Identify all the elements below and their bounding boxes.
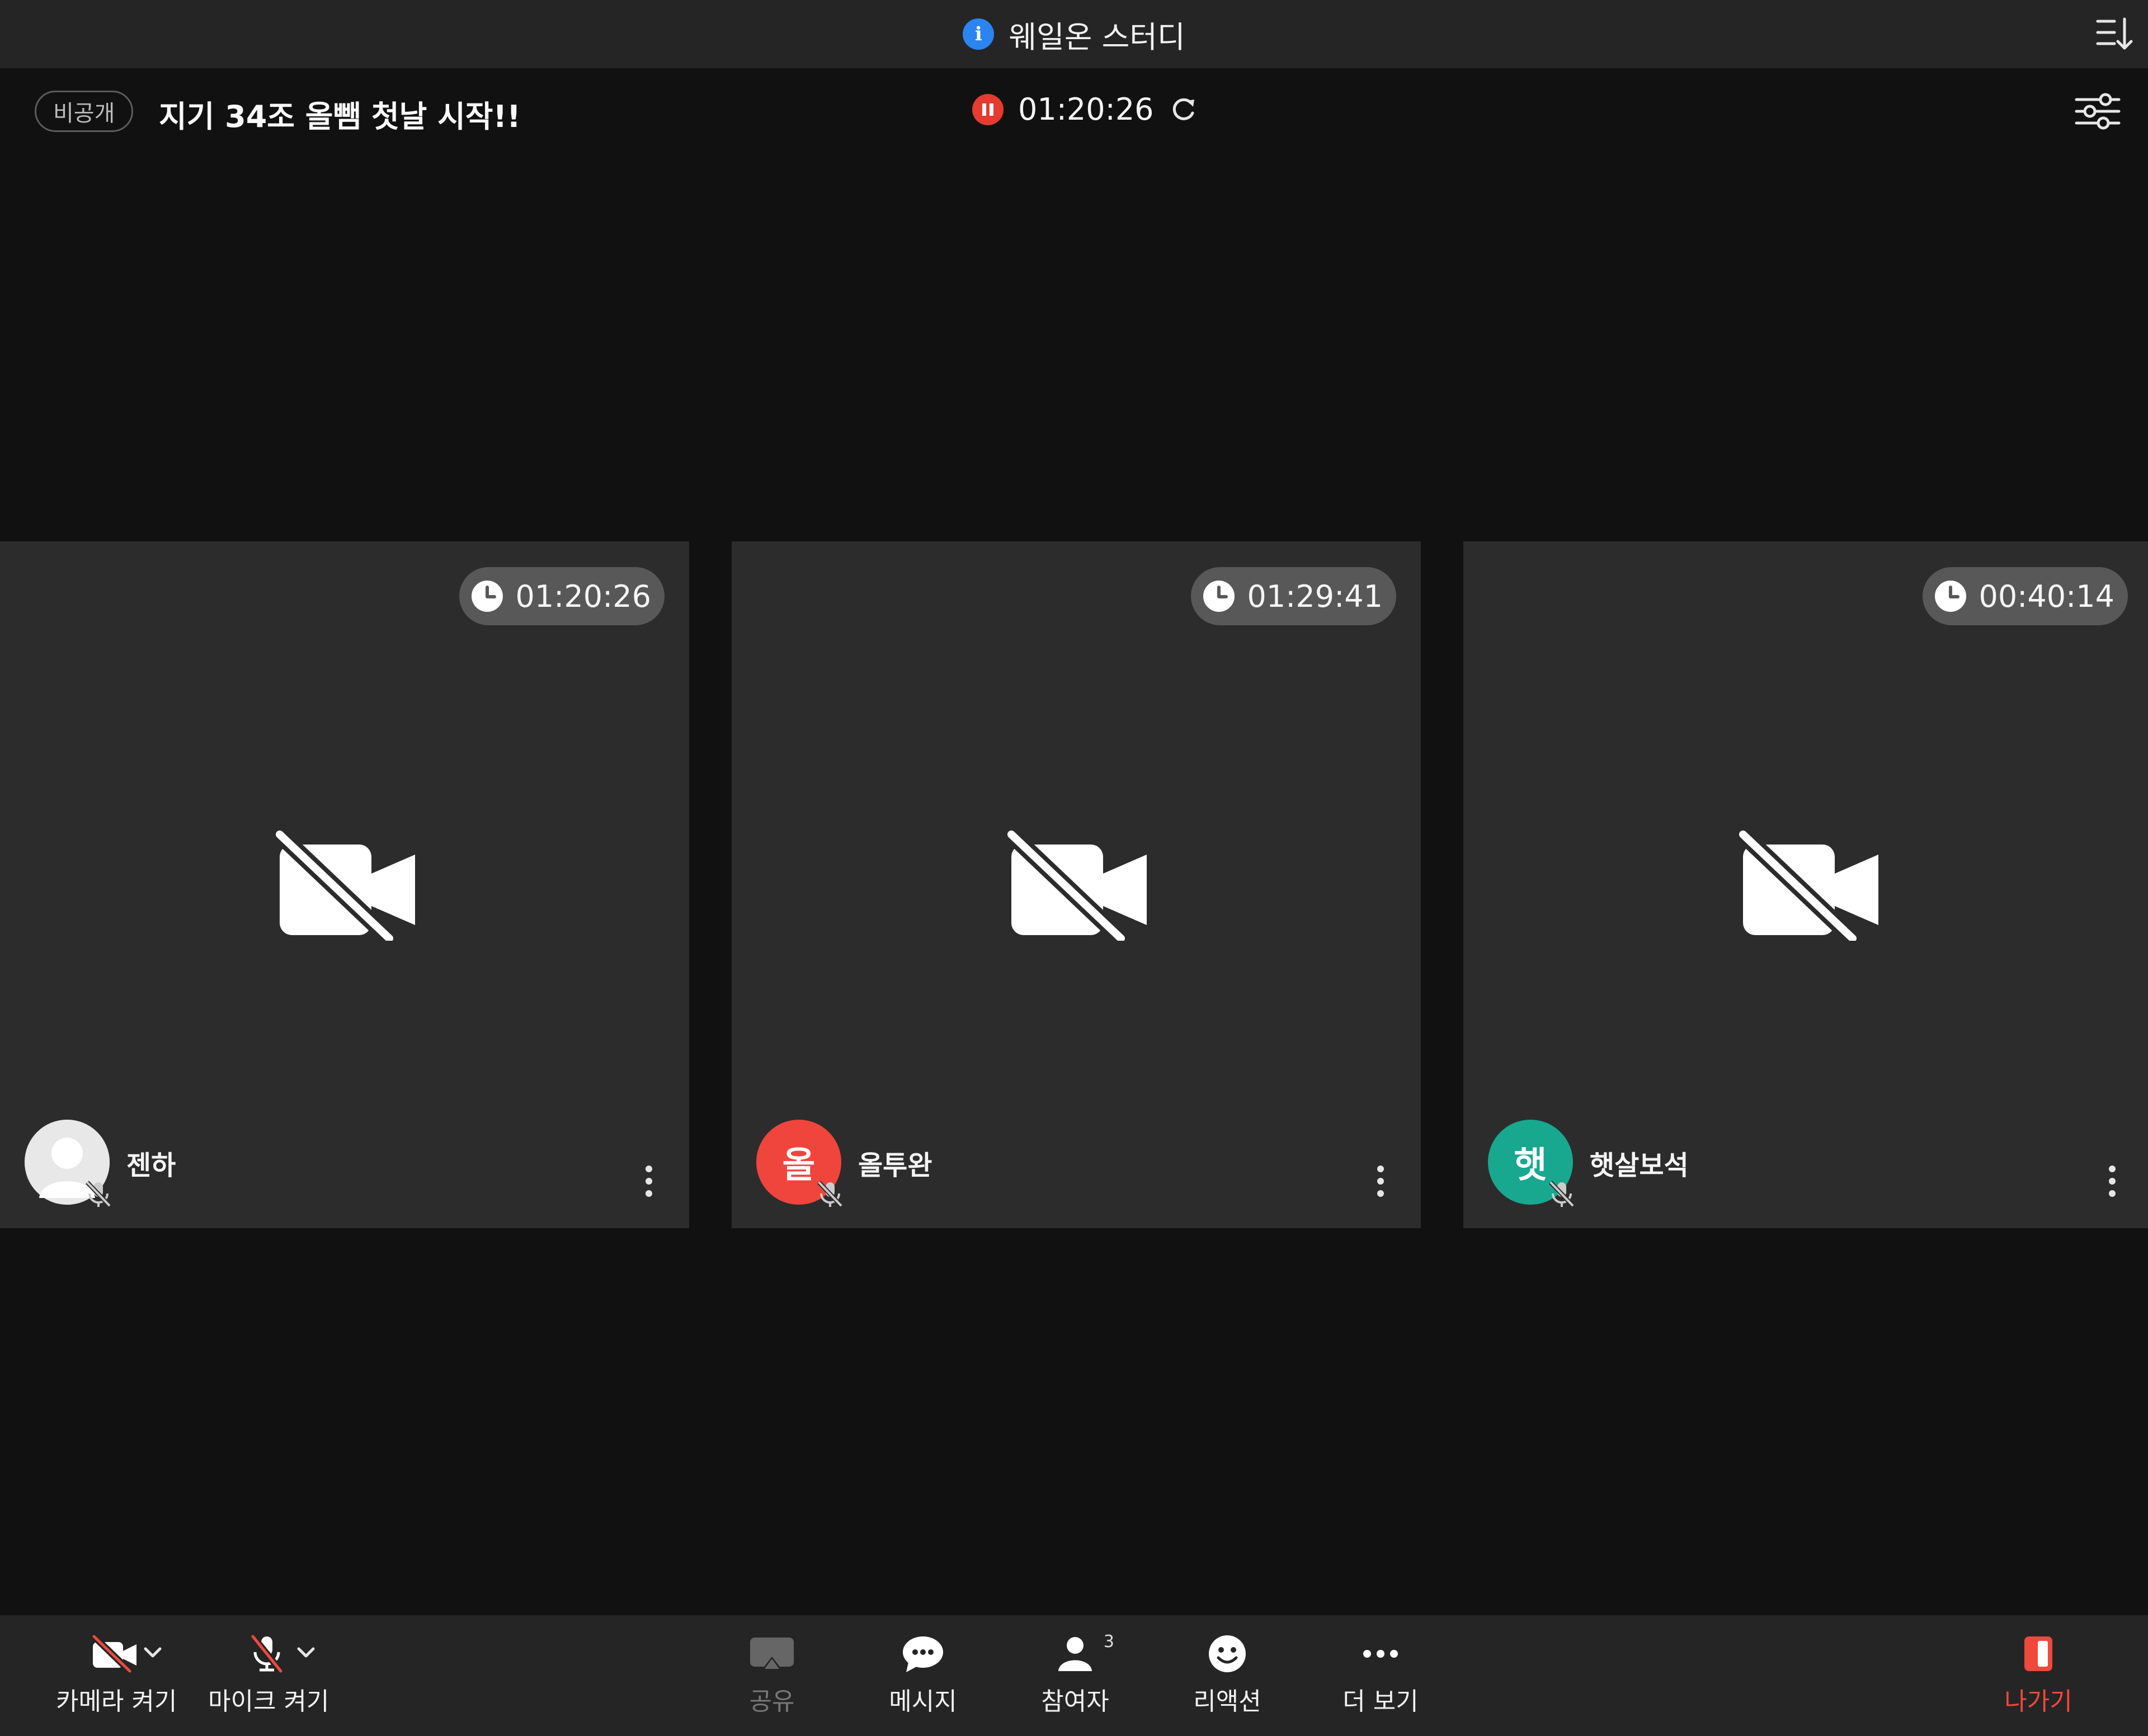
exit-door-icon	[2024, 1636, 2052, 1671]
recording-status: 01:20:26	[972, 92, 1199, 127]
more-button[interactable]: 더 보기	[1336, 1634, 1425, 1717]
participant-name: 올투완	[858, 1150, 932, 1181]
participants-button[interactable]: 3 참여자	[1030, 1632, 1120, 1717]
share-button[interactable]: 공유	[727, 1634, 817, 1717]
avatar-initial: 올	[782, 1145, 816, 1186]
message-button[interactable]: 메시지	[878, 1634, 968, 1717]
sort-menu-icon[interactable]	[2095, 16, 2135, 53]
clock-icon	[472, 581, 503, 612]
more-vertical-icon[interactable]	[1375, 1164, 1386, 1198]
camera-off-icon	[91, 1634, 136, 1673]
app-title-group: i 웨일온 스터디	[963, 12, 1185, 56]
mic-muted-icon	[817, 1181, 843, 1207]
exit-button[interactable]: 나가기	[1994, 1634, 2083, 1717]
camera-off-icon	[1005, 829, 1147, 941]
pause-recording-icon[interactable]	[972, 93, 1004, 125]
avatar	[25, 1120, 111, 1207]
mic-muted-icon	[1549, 1181, 1575, 1207]
visibility-badge: 비공개	[35, 91, 134, 132]
refresh-icon[interactable]	[1169, 95, 1199, 125]
clock-icon	[1203, 581, 1235, 612]
participant-timer: 01:20:26	[459, 567, 665, 625]
participants-label: 참여자	[1041, 1687, 1109, 1716]
message-label: 메시지	[889, 1687, 957, 1716]
camera-off-icon	[1736, 829, 1878, 941]
participant-name: 햇살보석	[1590, 1150, 1689, 1181]
smiley-icon	[1209, 1635, 1246, 1672]
bottom-toolbar: 카메라 켜기 마이크 켜기 공유 메시지 3 참여자 리액션 더 보기 나가기	[0, 1615, 2148, 1736]
mic-muted-icon	[86, 1181, 111, 1207]
avatar-initial: 햇	[1514, 1145, 1547, 1186]
camera-off-icon	[273, 829, 415, 941]
title-bar: i 웨일온 스터디	[0, 0, 2148, 68]
clock-icon	[1935, 581, 1967, 612]
participant-timer: 00:40:14	[1923, 567, 2128, 625]
more-label: 더 보기	[1342, 1687, 1419, 1716]
participant-name: 젠하	[126, 1150, 176, 1181]
screen-share-icon	[750, 1638, 794, 1669]
more-vertical-icon[interactable]	[643, 1164, 654, 1198]
participant-tile[interactable]: 00:40:14 햇 햇살보석	[1463, 541, 2148, 1228]
app-title: 웨일온 스터디	[1009, 19, 1185, 55]
chat-bubble-icon	[903, 1636, 943, 1672]
recording-time: 01:20:26	[1018, 92, 1154, 127]
settings-sliders-icon[interactable]	[2074, 92, 2121, 131]
participants-count: 3	[1103, 1632, 1114, 1652]
more-horizontal-icon	[1363, 1650, 1398, 1658]
chevron-down-icon[interactable]	[139, 1641, 167, 1663]
exit-label: 나가기	[2004, 1687, 2072, 1716]
timer-value: 01:29:41	[1247, 578, 1383, 614]
room-title: 지기 34조 올뺌 첫날 시작!!	[159, 99, 521, 134]
info-icon[interactable]: i	[963, 18, 995, 50]
avatar: 햇	[1488, 1120, 1575, 1207]
reaction-button[interactable]: 리액션	[1183, 1634, 1272, 1717]
timer-value: 01:20:26	[515, 578, 651, 614]
mic-toggle-label: 마이크 켜기	[208, 1687, 329, 1716]
room-info-bar: 비공개 지기 34조 올뺌 첫날 시작!! 01:20:26	[0, 68, 2148, 152]
participant-tile[interactable]: 01:20:26 젠하	[0, 541, 689, 1228]
timer-value: 00:40:14	[1979, 578, 2114, 614]
participant-timer: 01:29:41	[1191, 567, 1396, 625]
more-vertical-icon[interactable]	[2107, 1164, 2118, 1198]
reaction-label: 리액션	[1193, 1687, 1261, 1716]
camera-toggle-label: 카메라 켜기	[56, 1687, 177, 1716]
avatar: 올	[756, 1120, 843, 1207]
person-icon	[1058, 1637, 1092, 1671]
participant-tile[interactable]: 01:29:41 올 올투완	[732, 541, 1421, 1228]
share-label: 공유	[749, 1687, 795, 1716]
chevron-down-icon[interactable]	[292, 1641, 320, 1663]
mic-off-icon	[250, 1634, 284, 1673]
